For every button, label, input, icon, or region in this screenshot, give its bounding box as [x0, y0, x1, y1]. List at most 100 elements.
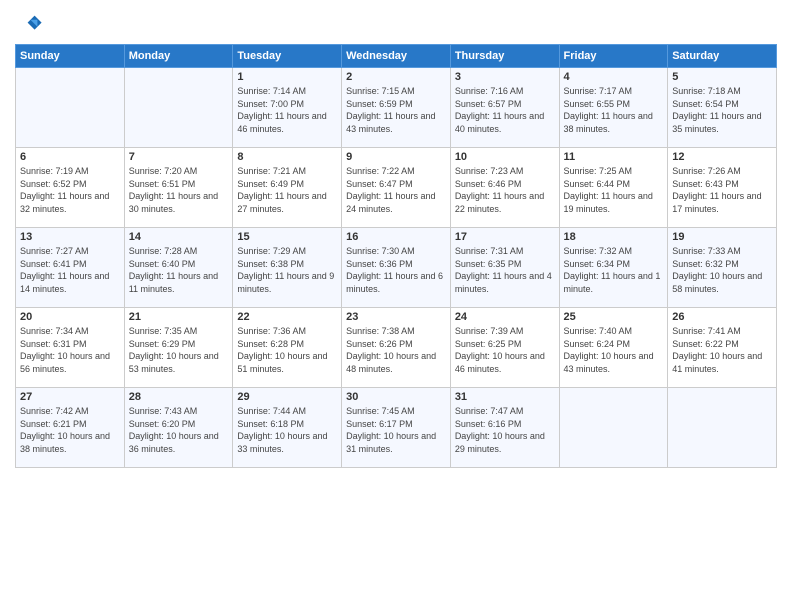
day-number: 25 [564, 311, 664, 323]
day-number: 29 [237, 391, 337, 403]
calendar-cell: 31 Sunrise: 7:47 AM Sunset: 6:16 PM Dayli… [450, 388, 559, 468]
day-info: Sunrise: 7:44 AM Sunset: 6:18 PM Dayligh… [237, 405, 337, 455]
calendar-cell: 8Sunrise: 7:21 AM Sunset: 6:49 PM Daylig… [233, 148, 342, 228]
calendar-cell: 2 Sunrise: 7:15 AM Sunset: 6:59 PM Daylig… [342, 68, 451, 148]
day-number: 26 [672, 311, 772, 323]
calendar-cell: 19 Sunrise: 7:33 AM Sunset: 6:32 PM Dayli… [668, 228, 777, 308]
calendar-cell: 14 Sunrise: 7:28 AM Sunset: 6:40 PM Dayli… [124, 228, 233, 308]
calendar-table: SundayMondayTuesdayWednesdayThursdayFrid… [15, 44, 777, 468]
day-number: 6 [20, 151, 120, 163]
day-info: Sunrise: 7:17 AM Sunset: 6:55 PM Dayligh… [564, 85, 664, 135]
calendar-week-5: 27 Sunrise: 7:42 AM Sunset: 6:21 PM Dayli… [16, 388, 777, 468]
day-info: Sunrise: 7:36 AM Sunset: 6:28 PM Dayligh… [237, 325, 337, 375]
calendar-week-3: 13 Sunrise: 7:27 AM Sunset: 6:41 PM Dayli… [16, 228, 777, 308]
day-info: Sunrise: 7:14 AM Sunset: 7:00 PM Dayligh… [237, 85, 337, 135]
calendar-cell: 22 Sunrise: 7:36 AM Sunset: 6:28 PM Dayli… [233, 308, 342, 388]
day-number: 27 [20, 391, 120, 403]
page-container: SundayMondayTuesdayWednesdayThursdayFrid… [0, 0, 792, 473]
calendar-cell: 21 Sunrise: 7:35 AM Sunset: 6:29 PM Dayli… [124, 308, 233, 388]
weekday-header-monday: Monday [124, 45, 233, 68]
day-number: 28 [129, 391, 229, 403]
day-info: Sunrise: 7:34 AM Sunset: 6:31 PM Dayligh… [20, 325, 120, 375]
calendar-cell: 10Sunrise: 7:23 AM Sunset: 6:46 PM Dayli… [450, 148, 559, 228]
day-number: 30 [346, 391, 446, 403]
day-number: 19 [672, 231, 772, 243]
day-number: 24 [455, 311, 555, 323]
calendar-cell: 28 Sunrise: 7:43 AM Sunset: 6:20 PM Dayli… [124, 388, 233, 468]
day-number: 21 [129, 311, 229, 323]
day-number: 14 [129, 231, 229, 243]
day-number: 3 [455, 71, 555, 83]
day-number: 22 [237, 311, 337, 323]
day-number: 1 [237, 71, 337, 83]
calendar-cell: 12Sunrise: 7:26 AM Sunset: 6:43 PM Dayli… [668, 148, 777, 228]
day-info: Sunrise: 7:31 AM Sunset: 6:35 PM Dayligh… [455, 245, 555, 295]
calendar-cell: 13 Sunrise: 7:27 AM Sunset: 6:41 PM Dayli… [16, 228, 125, 308]
calendar-cell: 5Sunrise: 7:18 AM Sunset: 6:54 PM Daylig… [668, 68, 777, 148]
day-number: 2 [346, 71, 446, 83]
calendar-cell: 29 Sunrise: 7:44 AM Sunset: 6:18 PM Dayli… [233, 388, 342, 468]
day-info: Sunrise: 7:38 AM Sunset: 6:26 PM Dayligh… [346, 325, 446, 375]
day-info: Sunrise: 7:19 AM Sunset: 6:52 PM Dayligh… [20, 165, 120, 215]
weekday-header-row: SundayMondayTuesdayWednesdayThursdayFrid… [16, 45, 777, 68]
day-info: Sunrise: 7:30 AM Sunset: 6:36 PM Dayligh… [346, 245, 446, 295]
calendar-cell: 23Sunrise: 7:38 AM Sunset: 6:26 PM Dayli… [342, 308, 451, 388]
weekday-header-saturday: Saturday [668, 45, 777, 68]
day-number: 8 [237, 151, 337, 163]
day-number: 15 [237, 231, 337, 243]
day-info: Sunrise: 7:25 AM Sunset: 6:44 PM Dayligh… [564, 165, 664, 215]
day-number: 7 [129, 151, 229, 163]
calendar-cell: 1 Sunrise: 7:14 AM Sunset: 7:00 PM Daylig… [233, 68, 342, 148]
calendar-week-1: 1 Sunrise: 7:14 AM Sunset: 7:00 PM Daylig… [16, 68, 777, 148]
calendar-cell: 24 Sunrise: 7:39 AM Sunset: 6:25 PM Dayli… [450, 308, 559, 388]
day-info: Sunrise: 7:40 AM Sunset: 6:24 PM Dayligh… [564, 325, 664, 375]
weekday-header-sunday: Sunday [16, 45, 125, 68]
day-info: Sunrise: 7:32 AM Sunset: 6:34 PM Dayligh… [564, 245, 664, 295]
day-info: Sunrise: 7:28 AM Sunset: 6:40 PM Dayligh… [129, 245, 229, 295]
day-info: Sunrise: 7:29 AM Sunset: 6:38 PM Dayligh… [237, 245, 337, 295]
calendar-cell: 6 Sunrise: 7:19 AM Sunset: 6:52 PM Daylig… [16, 148, 125, 228]
day-number: 12 [672, 151, 772, 163]
day-number: 31 [455, 391, 555, 403]
day-info: Sunrise: 7:33 AM Sunset: 6:32 PM Dayligh… [672, 245, 772, 295]
weekday-header-friday: Friday [559, 45, 668, 68]
calendar-cell: 4 Sunrise: 7:17 AM Sunset: 6:55 PM Daylig… [559, 68, 668, 148]
calendar-cell: 15 Sunrise: 7:29 AM Sunset: 6:38 PM Dayli… [233, 228, 342, 308]
day-number: 17 [455, 231, 555, 243]
day-info: Sunrise: 7:15 AM Sunset: 6:59 PM Dayligh… [346, 85, 446, 135]
logo-icon [15, 10, 43, 38]
day-info: Sunrise: 7:39 AM Sunset: 6:25 PM Dayligh… [455, 325, 555, 375]
day-info: Sunrise: 7:47 AM Sunset: 6:16 PM Dayligh… [455, 405, 555, 455]
calendar-cell: 25 Sunrise: 7:40 AM Sunset: 6:24 PM Dayli… [559, 308, 668, 388]
calendar-cell: 3Sunrise: 7:16 AM Sunset: 6:57 PM Daylig… [450, 68, 559, 148]
day-info: Sunrise: 7:27 AM Sunset: 6:41 PM Dayligh… [20, 245, 120, 295]
day-number: 11 [564, 151, 664, 163]
calendar-week-2: 6 Sunrise: 7:19 AM Sunset: 6:52 PM Daylig… [16, 148, 777, 228]
calendar-cell: 9Sunrise: 7:22 AM Sunset: 6:47 PM Daylig… [342, 148, 451, 228]
weekday-header-wednesday: Wednesday [342, 45, 451, 68]
day-info: Sunrise: 7:18 AM Sunset: 6:54 PM Dayligh… [672, 85, 772, 135]
logo [15, 10, 47, 38]
day-number: 13 [20, 231, 120, 243]
calendar-cell: 7 Sunrise: 7:20 AM Sunset: 6:51 PM Daylig… [124, 148, 233, 228]
calendar-cell: 17 Sunrise: 7:31 AM Sunset: 6:35 PM Dayli… [450, 228, 559, 308]
day-info: Sunrise: 7:22 AM Sunset: 6:47 PM Dayligh… [346, 165, 446, 215]
weekday-header-thursday: Thursday [450, 45, 559, 68]
weekday-header-tuesday: Tuesday [233, 45, 342, 68]
calendar-cell [668, 388, 777, 468]
calendar-cell [16, 68, 125, 148]
day-info: Sunrise: 7:45 AM Sunset: 6:17 PM Dayligh… [346, 405, 446, 455]
calendar-cell: 11 Sunrise: 7:25 AM Sunset: 6:44 PM Dayli… [559, 148, 668, 228]
day-number: 4 [564, 71, 664, 83]
calendar-cell: 18 Sunrise: 7:32 AM Sunset: 6:34 PM Dayli… [559, 228, 668, 308]
day-info: Sunrise: 7:41 AM Sunset: 6:22 PM Dayligh… [672, 325, 772, 375]
day-info: Sunrise: 7:20 AM Sunset: 6:51 PM Dayligh… [129, 165, 229, 215]
calendar-cell: 27 Sunrise: 7:42 AM Sunset: 6:21 PM Dayli… [16, 388, 125, 468]
day-number: 18 [564, 231, 664, 243]
calendar-cell [124, 68, 233, 148]
day-info: Sunrise: 7:35 AM Sunset: 6:29 PM Dayligh… [129, 325, 229, 375]
calendar-cell: 20Sunrise: 7:34 AM Sunset: 6:31 PM Dayli… [16, 308, 125, 388]
day-info: Sunrise: 7:43 AM Sunset: 6:20 PM Dayligh… [129, 405, 229, 455]
day-info: Sunrise: 7:42 AM Sunset: 6:21 PM Dayligh… [20, 405, 120, 455]
calendar-cell: 26 Sunrise: 7:41 AM Sunset: 6:22 PM Dayli… [668, 308, 777, 388]
